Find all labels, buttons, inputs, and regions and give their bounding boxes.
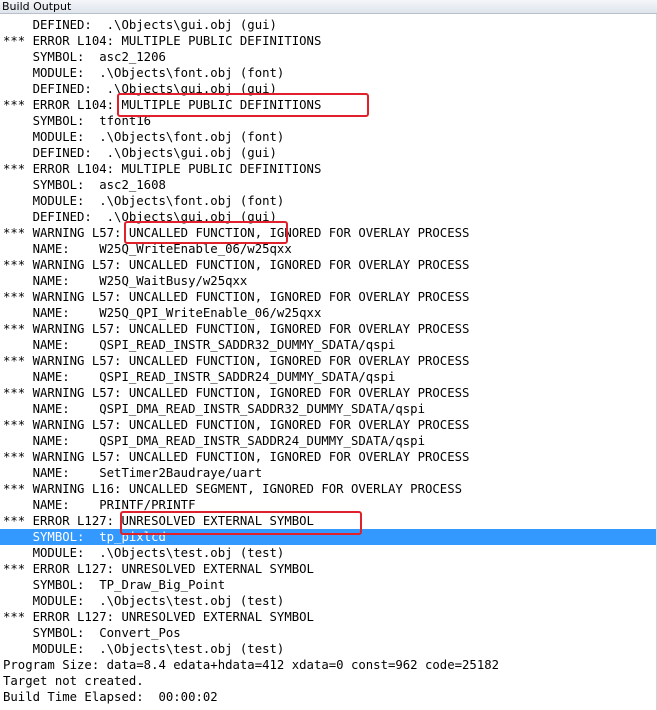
log-line[interactable]: *** WARNING L57: UNCALLED FUNCTION, IGNO…	[0, 225, 657, 241]
log-line[interactable]: *** ERROR L104: MULTIPLE PUBLIC DEFINITI…	[0, 161, 657, 177]
log-line[interactable]: SYMBOL: asc2_1608	[0, 177, 657, 193]
log-line[interactable]: NAME: QSPI_DMA_READ_INSTR_SADDR24_DUMMY_…	[0, 433, 657, 449]
log-line[interactable]: SYMBOL: tfont16	[0, 113, 657, 129]
log-line[interactable]: SYMBOL: TP_Draw_Big_Point	[0, 577, 657, 593]
window-titlebar: Build Output	[0, 0, 657, 14]
log-line[interactable]: SYMBOL: Convert_Pos	[0, 625, 657, 641]
log-line[interactable]: *** WARNING L16: UNCALLED SEGMENT, IGNOR…	[0, 481, 657, 497]
log-line[interactable]: MODULE: .\Objects\font.obj (font)	[0, 193, 657, 209]
log-line[interactable]: *** WARNING L57: UNCALLED FUNCTION, IGNO…	[0, 385, 657, 401]
log-line[interactable]: NAME: QSPI_READ_INSTR_SADDR24_DUMMY_SDAT…	[0, 369, 657, 385]
log-line[interactable]: NAME: QSPI_DMA_READ_INSTR_SADDR32_DUMMY_…	[0, 401, 657, 417]
log-line[interactable]: *** WARNING L57: UNCALLED FUNCTION, IGNO…	[0, 321, 657, 337]
log-line[interactable]: NAME: PRINTF/PRINTF	[0, 497, 657, 513]
build-output-log[interactable]: DEFINED: .\Objects\gui.obj (gui) *** ERR…	[0, 17, 657, 705]
log-line[interactable]: Program Size: data=8.4 edata+hdata=412 x…	[0, 657, 657, 673]
log-line[interactable]: *** ERROR L127: UNRESOLVED EXTERNAL SYMB…	[0, 609, 657, 625]
log-line[interactable]: NAME: SetTimer2Baudraye/uart	[0, 465, 657, 481]
log-line[interactable]: *** WARNING L57: UNCALLED FUNCTION, IGNO…	[0, 289, 657, 305]
log-line-selected[interactable]: SYMBOL: tp_pixlcd	[0, 529, 657, 545]
log-line[interactable]: NAME: W25Q_QPI_WriteEnable_06/w25qxx	[0, 305, 657, 321]
log-line[interactable]: NAME: QSPI_READ_INSTR_SADDR32_DUMMY_SDAT…	[0, 337, 657, 353]
log-line[interactable]: *** WARNING L57: UNCALLED FUNCTION, IGNO…	[0, 257, 657, 273]
log-line[interactable]: Build Time Elapsed: 00:00:02	[0, 689, 657, 705]
log-line[interactable]: *** ERROR L104: MULTIPLE PUBLIC DEFINITI…	[0, 97, 657, 113]
log-line[interactable]: MODULE: .\Objects\font.obj (font)	[0, 129, 657, 145]
log-line[interactable]: DEFINED: .\Objects\gui.obj (gui)	[0, 17, 657, 33]
log-line[interactable]: MODULE: .\Objects\test.obj (test)	[0, 593, 657, 609]
log-line[interactable]: DEFINED: .\Objects\gui.obj (gui)	[0, 209, 657, 225]
log-line[interactable]: *** ERROR L127: UNRESOLVED EXTERNAL SYMB…	[0, 561, 657, 577]
log-line[interactable]: *** WARNING L57: UNCALLED FUNCTION, IGNO…	[0, 417, 657, 433]
log-line[interactable]: *** WARNING L57: UNCALLED FUNCTION, IGNO…	[0, 353, 657, 369]
log-line[interactable]: NAME: W25Q_WaitBusy/w25qxx	[0, 273, 657, 289]
log-line[interactable]: *** ERROR L104: MULTIPLE PUBLIC DEFINITI…	[0, 33, 657, 49]
log-line[interactable]: MODULE: .\Objects\font.obj (font)	[0, 65, 657, 81]
log-line[interactable]: SYMBOL: asc2_1206	[0, 49, 657, 65]
log-line[interactable]: DEFINED: .\Objects\gui.obj (gui)	[0, 81, 657, 97]
build-output-window: Build Output DEFINED: .\Objects\gui.obj …	[0, 0, 657, 710]
window-title: Build Output	[2, 0, 72, 13]
log-line[interactable]: MODULE: .\Objects\test.obj (test)	[0, 641, 657, 657]
log-line[interactable]: DEFINED: .\Objects\gui.obj (gui)	[0, 145, 657, 161]
log-line[interactable]: *** WARNING L57: UNCALLED FUNCTION, IGNO…	[0, 449, 657, 465]
log-line[interactable]: Target not created.	[0, 673, 657, 689]
log-line[interactable]: *** ERROR L127: UNRESOLVED EXTERNAL SYMB…	[0, 513, 657, 529]
log-line[interactable]: MODULE: .\Objects\test.obj (test)	[0, 545, 657, 561]
log-line[interactable]: NAME: W25Q_WriteEnable_06/w25qxx	[0, 241, 657, 257]
